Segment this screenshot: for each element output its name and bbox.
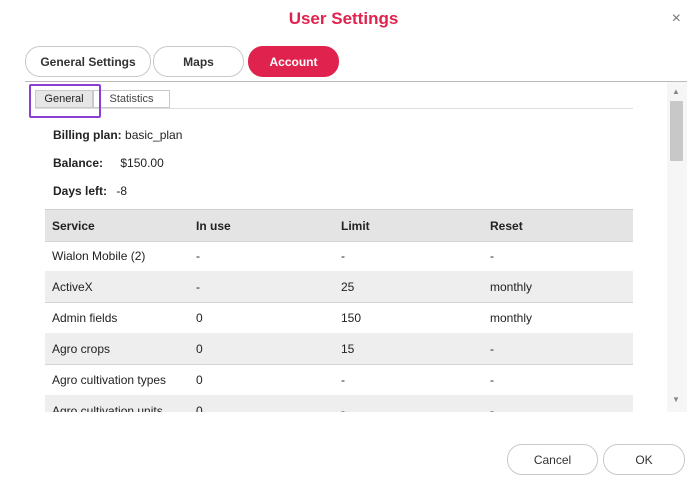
- cell-reset: -: [490, 372, 494, 387]
- cell-in-use: -: [196, 248, 200, 263]
- balance-label: Balance:: [53, 156, 104, 170]
- cell-limit: -: [341, 248, 345, 263]
- scroll-down-icon[interactable]: ▼: [672, 395, 680, 404]
- cell-limit: 15: [341, 341, 355, 356]
- table-row: Agro cultivation units 0 - -: [45, 395, 633, 412]
- table-header-row: Service In use Limit Reset: [45, 209, 633, 242]
- cell-in-use: 0: [196, 341, 203, 356]
- scrollbar-thumb[interactable]: [670, 101, 683, 161]
- header-reset[interactable]: Reset: [490, 219, 523, 233]
- billing-plan-label: Billing plan:: [53, 128, 122, 142]
- cell-service: Admin fields: [52, 310, 118, 325]
- user-settings-dialog: User Settings × General Settings Maps Ac…: [0, 0, 687, 483]
- cell-in-use: 0: [196, 310, 203, 325]
- cell-limit: 25: [341, 279, 355, 294]
- billing-plan-value: basic_plan: [125, 128, 183, 142]
- cell-limit: -: [341, 372, 345, 387]
- table-row: Agro crops 0 15 -: [45, 333, 633, 365]
- days-left-label: Days left:: [53, 184, 108, 198]
- cell-reset: -: [490, 248, 494, 263]
- cancel-button[interactable]: Cancel: [507, 444, 598, 475]
- cell-service: ActiveX: [52, 279, 93, 294]
- balance-value: $150.00: [120, 156, 164, 170]
- account-panel: General Statistics Billing plan: basic_p…: [25, 82, 665, 412]
- billing-plan-line: Billing plan: basic_plan: [53, 128, 182, 142]
- tab-account[interactable]: Account: [248, 46, 339, 77]
- tab-maps[interactable]: Maps: [153, 46, 244, 77]
- days-left-value: -8: [116, 184, 128, 198]
- cell-reset: monthly: [490, 279, 533, 294]
- header-in-use[interactable]: In use: [196, 219, 231, 233]
- header-service[interactable]: Service: [52, 219, 95, 233]
- cell-limit: -: [341, 403, 345, 413]
- cell-reset: -: [490, 341, 494, 356]
- cell-reset: monthly: [490, 310, 533, 325]
- cell-service: Agro cultivation units: [52, 403, 163, 413]
- cell-limit: 150: [341, 310, 362, 325]
- cell-in-use: 0: [196, 372, 203, 387]
- cell-in-use: 0: [196, 403, 203, 413]
- cell-service: Agro crops: [52, 341, 111, 356]
- cell-service: Agro cultivation types: [52, 372, 167, 387]
- selection-highlight: [29, 84, 101, 118]
- subtab-statistics[interactable]: Statistics: [93, 90, 170, 108]
- scroll-up-icon[interactable]: ▲: [672, 87, 680, 96]
- cell-in-use: -: [196, 279, 200, 294]
- close-icon[interactable]: ×: [672, 11, 681, 27]
- cell-service: Wialon Mobile (2): [52, 248, 146, 263]
- table-row: ActiveX - 25 monthly: [45, 271, 633, 303]
- cell-reset: -: [490, 403, 494, 413]
- tab-general-settings[interactable]: General Settings: [25, 46, 151, 77]
- ok-button[interactable]: OK: [603, 444, 685, 475]
- table-row: Wialon Mobile (2) - - -: [45, 240, 633, 272]
- header-limit[interactable]: Limit: [341, 219, 370, 233]
- balance-line: Balance: $150.00: [53, 156, 164, 170]
- vertical-scrollbar[interactable]: ▲ ▼: [667, 82, 687, 412]
- subtabs-divider: [35, 108, 633, 109]
- table-row: Admin fields 0 150 monthly: [45, 302, 633, 334]
- days-left-line: Days left: -8: [53, 184, 127, 198]
- dialog-title: User Settings: [288, 9, 399, 28]
- table-row: Agro cultivation types 0 - -: [45, 364, 633, 396]
